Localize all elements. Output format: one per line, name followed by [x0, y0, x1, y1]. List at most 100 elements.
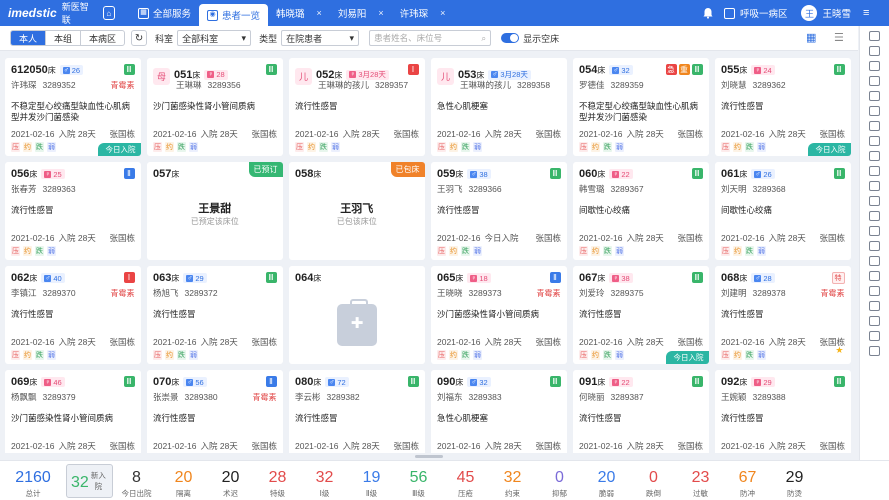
close-icon[interactable]: × — [440, 8, 445, 18]
close-icon[interactable]: × — [317, 8, 322, 18]
app-logo[interactable]: imedstic 新医智联 ⌂ — [0, 0, 115, 26]
stat-item[interactable]: 56 Ⅲ级 — [395, 461, 442, 500]
bed-card[interactable]: 092床 ♀ 29 Ⅲ 王婉颖 3289388 流行性感冒 2021-02-16 入院 28天张… — [715, 370, 851, 453]
risk-mark: 约 — [165, 350, 174, 360]
sidebar-tool-icon[interactable] — [869, 106, 880, 116]
bed-card[interactable]: 058床 已包床 王羽飞 已包该床位 — [289, 162, 425, 260]
tab-3[interactable]: 刘易阳 × — [330, 0, 392, 26]
sidebar-tool-icon[interactable] — [869, 46, 880, 56]
sidebar-tool-icon[interactable] — [869, 91, 880, 101]
stat-item[interactable]: 32 Ⅰ级 — [301, 461, 348, 500]
female-icon: ♀ — [754, 66, 762, 74]
sidebar-tool-icon[interactable] — [869, 331, 880, 341]
stat-item[interactable]: 2160 总计 — [0, 461, 66, 500]
bed-card[interactable]: 612050床 ♂ 26 Ⅲ 许玮琛 3289352 青霉素 不稳定型心绞痛型缺血性心肌病型并… — [5, 58, 141, 156]
stat-item[interactable]: 29 防烫 — [771, 461, 818, 500]
sidebar-tool-icon[interactable] — [869, 286, 880, 296]
sidebar-tool-icon[interactable] — [869, 166, 880, 176]
risk-mark: 压 — [437, 142, 446, 152]
bed-card[interactable]: 母 051床 ♀ 28 Ⅲ 王琳琳 3289356 沙门菌感染性肾小管间质病 2021-02-1… — [147, 58, 283, 156]
risk-mark: 压 — [579, 246, 588, 256]
stat-item[interactable]: 23 过敏 — [677, 461, 724, 500]
stat-item[interactable]: 20 隔离 — [160, 461, 207, 500]
bed-card[interactable]: 065床 ♀ 18 Ⅱ 王晓晓 3289373 青霉素 沙门菌感染性肾小管间质病 2021-02… — [431, 266, 567, 364]
bed-card[interactable]: 059床 ♂ 38 Ⅲ 王羽飞 3289366 流行性感冒 2021-02-16 今日入院 张国栋… — [431, 162, 567, 260]
stat-item[interactable]: 32 新入院 — [66, 464, 113, 498]
stat-item[interactable]: 67 防冲 — [724, 461, 771, 500]
sidebar-tool-icon[interactable] — [869, 61, 880, 71]
sidebar-tool-icon[interactable] — [869, 211, 880, 221]
bed-card[interactable]: 067床 ♀ 38 Ⅲ 刘爱玲 3289375 流行性感冒 2021-02-16 入院 28天张… — [573, 266, 709, 364]
tab-1[interactable]: ◉ 患者一览 — [199, 4, 269, 26]
sidebar-tool-icon[interactable] — [869, 136, 880, 146]
bell-icon[interactable] — [702, 7, 714, 19]
stat-item[interactable]: 45 压疮 — [442, 461, 489, 500]
admission-info: 2021-02-16 入院 28天 — [721, 440, 806, 452]
sidebar-tool-icon[interactable] — [869, 121, 880, 131]
sidebar-tool-icon[interactable] — [869, 151, 880, 161]
stat-item[interactable]: 20 术迟 — [207, 461, 254, 500]
bed-card[interactable]: 056床 ♀ 25 Ⅱ 张春芳 3289363 流行性感冒 2021-02-16 入院 28天张… — [5, 162, 141, 260]
bed-card[interactable]: 090床 ♂ 32 Ⅲ 刘福东 3289383 急性心肌梗塞 2021-02-16 入院 28天… — [431, 370, 567, 453]
stat-item[interactable]: 32 约束 — [489, 461, 536, 500]
bed-card[interactable]: 069床 ♀ 46 Ⅲ 杨飘飘 3289379 沙门菌感染性肾小管间质病 2021-02-16… — [5, 370, 141, 453]
sidebar-tool-icon[interactable] — [869, 301, 880, 311]
bed-card[interactable]: 080床 ♂ 72 Ⅲ 李云彬 3289382 流行性感冒 2021-02-16 入院 28天张… — [289, 370, 425, 453]
bed-card[interactable]: 070床 ♂ 56 Ⅱ 张崇景 3289380 青霉素 流行性感冒 2021-02-16 入院 2… — [147, 370, 283, 453]
close-icon[interactable]: × — [378, 8, 383, 18]
tab-4[interactable]: 许玮琛 × — [392, 0, 454, 26]
bed-card[interactable]: 057床 已预订 王景甜 已预定该床位 — [147, 162, 283, 260]
bed-card[interactable]: 054床 ♂ 32 急重 Ⅲ 罗德佳 3289359 不稳定型心绞痛型缺血性心肌病型并发沙门菌… — [573, 58, 709, 156]
age: 24 — [763, 65, 772, 75]
drag-handle[interactable] — [415, 455, 443, 458]
avatar[interactable]: 王 — [801, 5, 818, 21]
search-input[interactable]: 患者姓名、床位号 ⌕ — [369, 30, 492, 46]
sidebar-tool-icon[interactable] — [869, 181, 880, 191]
stat-item[interactable]: 0 跌倒 — [630, 461, 677, 500]
refresh-icon[interactable]: ↻ — [131, 30, 148, 46]
risk-mark: 跌 — [319, 142, 328, 152]
sidebar-tool-icon[interactable] — [869, 256, 880, 266]
sidebar-tool-icon[interactable] — [869, 31, 880, 41]
sidebar-tool-icon[interactable] — [869, 196, 880, 206]
bed-card[interactable]: 062床 ♂ 40 Ⅰ 李镇江 3289370 青霉素 流行性感冒 2021-02-16 入院 2… — [5, 266, 141, 364]
bed-card[interactable]: 091床 ♀ 22 Ⅲ 何晓丽 3289387 流行性感冒 2021-02-16 入院 28天张… — [573, 370, 709, 453]
allergy-tag: 青霉素 — [110, 289, 135, 298]
sidebar-tool-icon[interactable] — [869, 271, 880, 281]
stat-item[interactable]: 8 今日出院 — [113, 461, 160, 500]
bed-card[interactable]: 064床 — [289, 266, 425, 364]
male-icon: ♂ — [754, 170, 762, 178]
tab-0[interactable]: ▦ 全部服务 — [130, 0, 199, 26]
scope-2[interactable]: 本病区 — [81, 31, 124, 45]
bed-card[interactable]: 060床 ♀ 22 Ⅲ 韩雪璐 3289367 间歇性心绞痛 2021-02-16 入院 28天… — [573, 162, 709, 260]
user-name[interactable]: 王晓雪 — [822, 6, 851, 20]
bed-card[interactable]: 063床 ♂ 29 Ⅲ 杨旭飞 3289372 流行性感冒 2021-02-16 入院 28天张… — [147, 266, 283, 364]
empty-bed-toggle[interactable]: 显示空床 — [501, 32, 559, 45]
menu-icon[interactable]: ≡ — [863, 7, 881, 19]
bed-card[interactable]: 061床 ♂ 26 Ⅲ 刘天明 3289368 间歇性心绞痛 2021-02-16 入院 28天… — [715, 162, 851, 260]
tab-2[interactable]: 韩晓璐 × — [268, 0, 330, 26]
dept-select[interactable]: 全部科室 ▾ — [177, 30, 252, 46]
bed-card[interactable]: 068床 ♂ 28 特刘建明 3289378 青霉素 流行性感冒 2021-02-16 入院 2… — [715, 266, 851, 364]
scope-1[interactable]: 本组 — [46, 31, 82, 45]
sidebar-tool-icon[interactable] — [869, 241, 880, 251]
bed-card[interactable]: 儿 053床 ♂ 3月28天 王琳琳的孩儿 3289358 急性心肌梗塞 2021-02-16… — [431, 58, 567, 156]
stat-item[interactable]: 28 特级 — [254, 461, 301, 500]
sidebar-tool-icon[interactable] — [869, 346, 880, 356]
stat-item[interactable]: 20 脆弱 — [583, 461, 630, 500]
toggle-switch[interactable] — [501, 33, 520, 43]
bed-card[interactable]: 儿 052床 ♀ 3月28天 Ⅰ 王琳琳的孩儿 3289357 流行性感冒 2021-02-16… — [289, 58, 425, 156]
patient-info: 杨旭飞 3289372 — [153, 287, 218, 299]
grid-view-icon[interactable]: ▦ — [806, 31, 818, 44]
sidebar-tool-icon[interactable] — [869, 316, 880, 326]
stat-item[interactable]: 0 抑郁 — [536, 461, 583, 500]
bag-icon[interactable]: ⌂ — [102, 6, 115, 20]
bed-card[interactable]: 055床 ♀ 24 Ⅲ 刘晓慧 3289362 流行性感冒 2021-02-16 入院 28天张… — [715, 58, 851, 156]
sidebar-tool-icon[interactable] — [869, 226, 880, 236]
list-view-icon[interactable]: ☰ — [834, 31, 846, 44]
type-select[interactable]: 在院患者 ▾ — [281, 30, 360, 46]
ward-selector[interactable]: 呼吸一病区 — [723, 6, 787, 20]
stat-item[interactable]: 19 Ⅱ级 — [348, 461, 395, 500]
scope-0[interactable]: 本人 — [11, 31, 47, 45]
sidebar-tool-icon[interactable] — [869, 76, 880, 86]
